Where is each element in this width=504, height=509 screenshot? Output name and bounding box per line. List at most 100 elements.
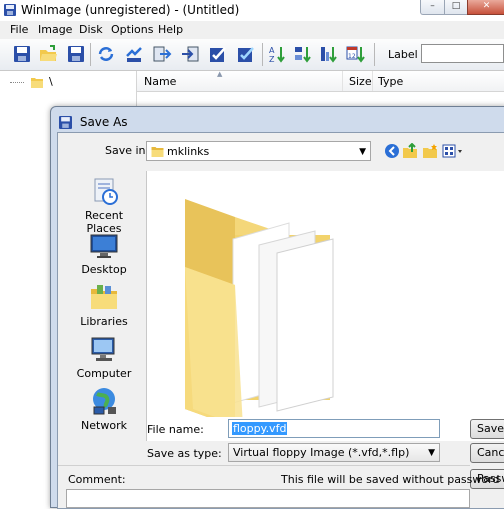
chevron-down-icon: ▼ — [359, 147, 366, 157]
inject-icon — [182, 46, 199, 62]
menu-bar: File Image Disk Options Help — [0, 21, 504, 39]
title-bar[interactable]: WinImage (unregistered) - (Untitled) – □… — [0, 0, 504, 21]
empty-folder-icon — [185, 199, 334, 417]
new-folder-icon[interactable] — [422, 143, 438, 159]
dialog-body: Save in: mklinks ▼ Recent Places Desktop… — [57, 132, 504, 509]
sort-arrow-icon: ▲ — [217, 70, 223, 78]
back-icon[interactable] — [384, 143, 400, 159]
sort-down-icon — [295, 47, 311, 63]
check2-button[interactable] — [236, 44, 256, 64]
tree-connector — [10, 81, 24, 83]
save-in-value: mklinks — [167, 145, 210, 158]
app-disk-icon — [4, 4, 16, 16]
move-button[interactable] — [124, 44, 144, 64]
menu-disk[interactable]: Disk — [79, 23, 103, 36]
file-name-input[interactable]: floppy.vfd — [228, 419, 440, 438]
column-name[interactable]: Name — [144, 75, 176, 88]
place-computer[interactable]: Computer — [66, 333, 142, 380]
inject-button[interactable] — [180, 44, 200, 64]
refresh-icon — [98, 47, 114, 61]
save-disk-icon — [14, 46, 30, 62]
save-as-dialog: Save As Save in: mklinks ▼ Recent Places… — [50, 106, 504, 509]
refresh-button[interactable] — [96, 44, 116, 64]
column-divider[interactable] — [372, 71, 373, 91]
svg-text:A: A — [269, 46, 275, 55]
file-name-value: floppy.vfd — [232, 422, 288, 435]
network-icon — [93, 388, 116, 415]
column-type[interactable]: Type — [378, 75, 403, 88]
toolbar-separator — [262, 43, 263, 66]
close-button[interactable]: ✕ — [467, 0, 504, 15]
open-button[interactable] — [38, 44, 58, 64]
minimize-button[interactable]: – — [420, 0, 445, 15]
window-title: WinImage (unregistered) - (Untitled) — [21, 3, 240, 17]
save-button[interactable]: Save — [470, 419, 504, 439]
svg-text:Z: Z — [269, 55, 275, 64]
tree-root-label: \ — [49, 75, 53, 88]
sort-az-icon: AZ — [269, 46, 285, 64]
svg-text:12: 12 — [348, 53, 356, 60]
column-size[interactable]: Size — [349, 75, 372, 88]
file-browser-area[interactable] — [146, 171, 504, 441]
cancel-button[interactable]: Cancel — [470, 443, 504, 463]
sort-date-icon: 12 — [346, 46, 365, 63]
dialog-title-bar[interactable]: Save As — [59, 115, 128, 129]
folder-icon — [151, 147, 164, 157]
folder-icon — [30, 77, 43, 88]
comment-label: Comment: — [68, 473, 126, 486]
column-divider[interactable] — [342, 71, 343, 91]
place-network[interactable]: Network — [66, 385, 142, 432]
label-caption: Label : — [388, 48, 425, 61]
check-button[interactable] — [208, 44, 228, 64]
up-folder-icon[interactable] — [402, 143, 418, 159]
file-list-header: Name ▲ Size Type — [137, 70, 504, 92]
extract-icon — [153, 46, 172, 62]
no-password-message: This file will be saved without password — [281, 473, 500, 486]
menu-image[interactable]: Image — [38, 23, 72, 36]
close-icon: ✕ — [482, 1, 491, 11]
menu-help[interactable]: Help — [158, 23, 183, 36]
file-name-label: File name: — [147, 423, 204, 436]
toolbar-separator — [90, 43, 91, 66]
save-type-value: Virtual floppy Image (*.vfd,*.flp) — [233, 446, 410, 459]
place-recent-places[interactable]: Recent Places — [66, 175, 142, 235]
maximize-icon: □ — [451, 1, 461, 11]
sort-type-button[interactable] — [294, 44, 314, 64]
label-input[interactable] — [421, 44, 504, 63]
place-label: Desktop — [81, 263, 127, 276]
comment-input[interactable] — [66, 489, 470, 508]
check-icon — [210, 47, 226, 62]
save-button-tb[interactable] — [66, 44, 86, 64]
save-in-dropdown[interactable]: mklinks ▼ — [146, 141, 371, 161]
view-menu-icon[interactable] — [442, 143, 464, 159]
maximize-button[interactable]: □ — [444, 0, 468, 15]
tree-root-node[interactable]: \ — [10, 75, 53, 88]
check2-icon — [238, 47, 254, 62]
place-desktop[interactable]: Desktop — [66, 229, 142, 276]
save-in-label: Save in: — [105, 144, 150, 157]
place-label: Computer — [76, 367, 132, 380]
places-bar: Recent Places Desktop Libraries Computer… — [66, 171, 142, 441]
place-label: Network — [81, 419, 127, 432]
place-label: Libraries — [80, 315, 128, 328]
computer-icon — [91, 337, 115, 361]
recent-places-icon — [94, 178, 118, 205]
new-disk-button[interactable] — [12, 44, 32, 64]
sort-size-icon — [321, 47, 337, 63]
desktop-icon — [90, 234, 118, 258]
minimize-icon: – — [430, 1, 435, 11]
dialog-title: Save As — [79, 115, 128, 129]
menu-options[interactable]: Options — [111, 23, 153, 36]
sort-size-button[interactable] — [320, 44, 340, 64]
open-folder-icon — [40, 45, 57, 61]
sort-name-button[interactable]: AZ — [268, 44, 288, 64]
place-libraries[interactable]: Libraries — [66, 281, 142, 328]
menu-file[interactable]: File — [10, 23, 28, 36]
move-icon — [126, 47, 142, 62]
dialog-disk-icon — [59, 116, 72, 129]
extract-button[interactable] — [152, 44, 172, 64]
sort-date-button[interactable]: 12 — [346, 44, 366, 64]
save-type-dropdown[interactable]: Virtual floppy Image (*.vfd,*.flp) ▼ — [228, 443, 440, 462]
save-type-label: Save as type: — [147, 447, 222, 460]
save-icon — [68, 46, 84, 62]
